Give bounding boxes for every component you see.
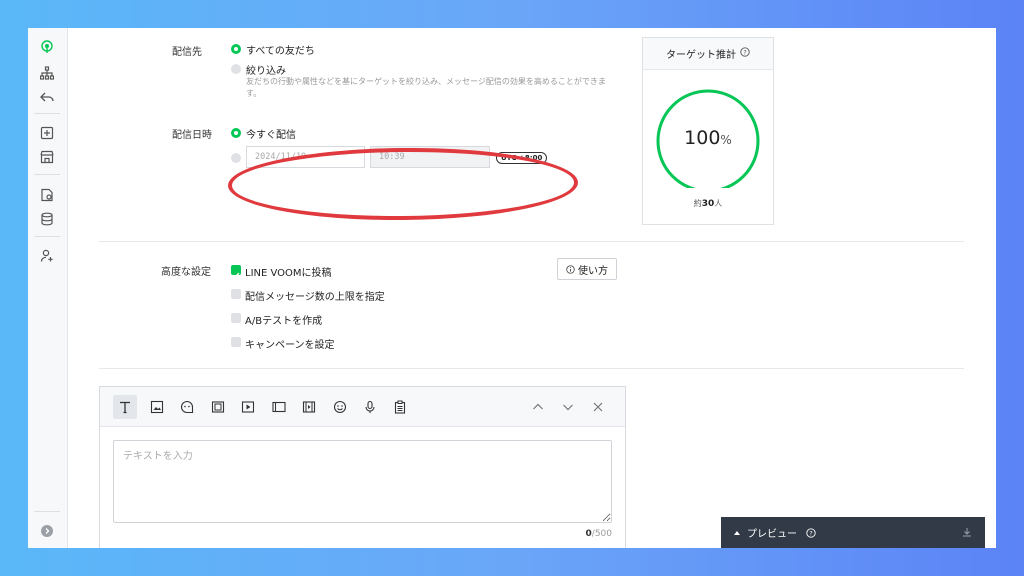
target-count-unit: 人	[714, 199, 723, 208]
option-send-now[interactable]: 今すぐ配信	[246, 126, 296, 141]
target-estimate-header: ターゲット推計 ?	[643, 38, 773, 70]
radio-filter[interactable]	[231, 64, 241, 74]
sidebar-divider	[34, 174, 60, 175]
voice-tool-button[interactable]	[358, 395, 382, 419]
shop-icon[interactable]	[38, 148, 56, 166]
clipboard-icon	[394, 400, 406, 414]
close-icon	[593, 402, 603, 412]
coupon-tool-button[interactable]	[206, 395, 230, 419]
target-percent: 100%	[643, 127, 773, 149]
survey-tool-button[interactable]	[388, 395, 412, 419]
microphone-icon	[365, 400, 375, 413]
advanced-option-label[interactable]: LINE VOOMに投稿	[245, 264, 332, 279]
database-icon[interactable]	[38, 210, 56, 228]
emoji-tool-button[interactable]	[328, 395, 352, 419]
sidebar-divider	[34, 511, 60, 512]
advanced-option-label[interactable]: A/Bテストを作成	[245, 312, 322, 327]
char-count-max: /500	[591, 529, 612, 539]
preview-label: プレビュー	[747, 529, 797, 540]
advanced-checkbox[interactable]	[231, 265, 241, 279]
svg-text:?: ?	[743, 48, 746, 56]
rich-message-tool-button[interactable]	[267, 395, 291, 419]
message-editor: 0/500	[99, 386, 626, 548]
sticker-tool-button[interactable]	[175, 395, 199, 419]
rich-video-tool-button[interactable]	[297, 395, 321, 419]
svg-text:?: ?	[809, 529, 812, 537]
broadcast-icon[interactable]	[38, 38, 56, 56]
sitemap-icon[interactable]	[38, 64, 56, 82]
advanced-checkbox[interactable]	[231, 337, 241, 347]
rich-message-icon	[272, 401, 286, 413]
chevron-up-icon	[533, 403, 543, 410]
add-user-icon[interactable]	[38, 247, 56, 265]
chevron-right-icon[interactable]	[38, 522, 56, 540]
target-percent-value: 100	[684, 127, 721, 149]
radio-send-now[interactable]	[231, 128, 241, 138]
sidebar-divider	[34, 236, 60, 237]
timezone-badge: UTC +8:00	[496, 152, 548, 164]
help-circle-icon[interactable]: ?	[806, 527, 816, 538]
advanced-label: 高度な設定	[161, 267, 211, 278]
reply-icon[interactable]	[38, 88, 56, 106]
move-down-button[interactable]	[556, 395, 580, 419]
delete-block-button[interactable]	[586, 395, 610, 419]
radio-schedule[interactable]	[231, 153, 241, 163]
image-tool-button[interactable]	[145, 395, 169, 419]
time-input[interactable]: 10:39	[370, 146, 490, 168]
info-icon	[566, 264, 575, 274]
target-estimate-title: ターゲット推計	[666, 50, 736, 61]
target-count-prefix: 約	[693, 199, 702, 208]
card-icon	[211, 401, 225, 413]
image-icon	[150, 400, 164, 414]
char-counter: 0/500	[586, 529, 612, 539]
advanced-checkbox[interactable]	[231, 289, 241, 299]
radio-all-friends[interactable]	[231, 44, 241, 54]
sidebar	[28, 28, 68, 548]
option-filter[interactable]: 絞り込み	[246, 62, 286, 77]
add-box-icon[interactable]	[38, 124, 56, 142]
message-text-input[interactable]	[113, 440, 612, 523]
app-window: 配信先 すべての友だち 絞り込み 友だちの行動や属性などを基にターゲットを絞り込…	[28, 28, 996, 548]
filter-note-line1: 友だちの行動や属性などを基にターゲットを絞り込み、メッセージ配信の効果を高めるこ…	[246, 77, 606, 86]
filter-note: 友だちの行動や属性などを基にターゲットを絞り込み、メッセージ配信の効果を高めるこ…	[246, 76, 626, 100]
filter-note-line2: す。	[246, 89, 262, 98]
video-icon	[241, 401, 255, 413]
help-button-label: 使い方	[578, 265, 608, 277]
option-all-friends[interactable]: すべての友だち	[246, 42, 315, 57]
editor-toolbar	[100, 387, 625, 427]
help-circle-icon[interactable]: ?	[740, 47, 750, 60]
advanced-option-label[interactable]: キャンペーンを設定	[245, 336, 335, 351]
video-tool-button[interactable]	[236, 395, 260, 419]
target-estimate-panel: ターゲット推計 ? 100% 約30人	[642, 37, 774, 225]
preview-bar[interactable]: プレビュー ?	[721, 517, 985, 548]
advanced-checkbox[interactable]	[231, 313, 241, 323]
text-tool-button[interactable]	[113, 395, 137, 419]
chevron-down-icon	[563, 404, 573, 411]
section-divider	[99, 368, 964, 369]
delivery-label: 配信先	[172, 47, 202, 58]
section-divider	[99, 241, 964, 242]
advanced-option-label[interactable]: 配信メッセージ数の上限を指定	[245, 288, 385, 303]
sticker-icon	[181, 400, 194, 414]
download-icon[interactable]	[962, 527, 972, 537]
sidebar-divider	[34, 113, 60, 114]
date-input[interactable]: 2024/11/19	[246, 146, 365, 168]
film-icon	[302, 401, 316, 413]
target-count: 約30人	[643, 198, 773, 209]
move-up-button[interactable]	[526, 395, 550, 419]
triangle-up-icon	[734, 530, 740, 535]
coupon-icon[interactable]	[38, 186, 56, 204]
target-percent-sign: %	[720, 133, 732, 147]
schedule-label: 配信日時	[172, 130, 212, 141]
target-count-value: 30	[701, 199, 715, 209]
help-button[interactable]: 使い方	[557, 258, 617, 280]
text-icon	[120, 401, 130, 414]
emoji-icon	[333, 400, 347, 414]
